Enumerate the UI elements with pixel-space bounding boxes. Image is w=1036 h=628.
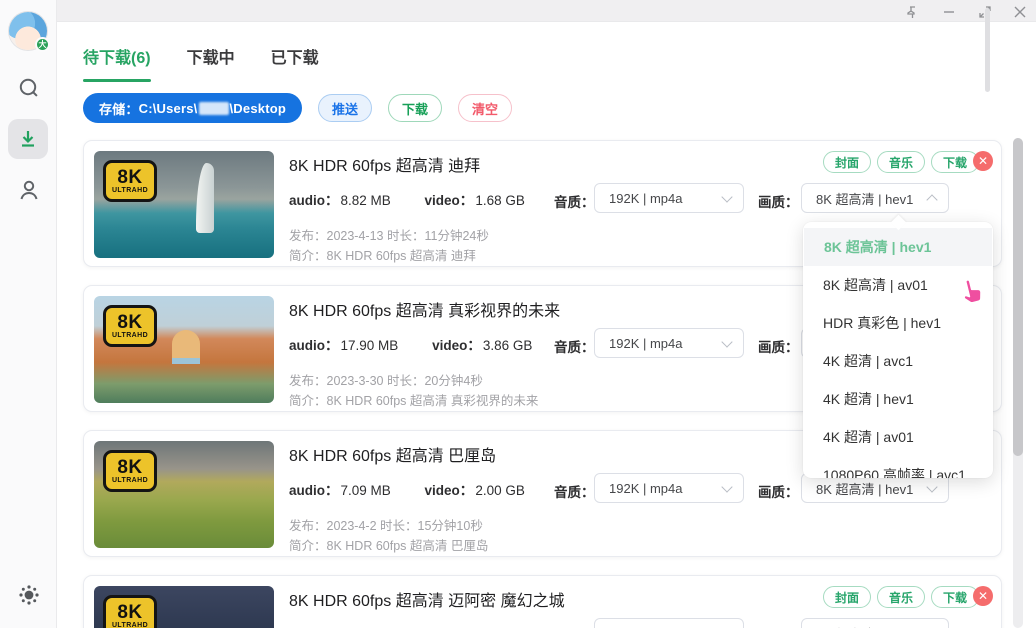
scrollbar-thumb[interactable] xyxy=(1013,138,1023,456)
8k-ultrahd-badge: 8K ULTRAHD xyxy=(103,305,157,347)
music-badge[interactable]: 音乐 xyxy=(877,151,926,173)
close-icon[interactable] xyxy=(1012,4,1028,20)
8k-ultrahd-badge: 8K ULTRAHD xyxy=(103,450,157,492)
video-quality-select[interactable]: 8K 超高清 | hev1 xyxy=(801,618,949,628)
tab-pending[interactable]: 待下载(6) xyxy=(83,44,151,82)
cover-badge[interactable]: 封面 xyxy=(823,151,872,173)
dropdown-option[interactable]: 4K 超清 | av01 xyxy=(803,418,993,456)
settings-gear-icon[interactable] xyxy=(0,584,57,606)
chevron-down-icon xyxy=(721,335,733,348)
tab-bar: 待下载(6) 下载中 已下载 xyxy=(83,44,319,82)
video-quality-dropdown: 8K 超高清 | hev1 8K 超高清 | av01 HDR 真彩色 | he… xyxy=(803,222,993,478)
size-info: audio： 8.82 MB video： 1.68 GB xyxy=(289,193,525,208)
remove-card-button[interactable]: ✕ xyxy=(973,586,993,606)
audio-quality-select[interactable]: 192K | mp4a xyxy=(594,473,744,503)
description: 简介：8K HDR 60fps 超高清 真彩视界的未来 xyxy=(289,394,539,408)
size-info: audio： 17.90 MB video： 3.86 GB xyxy=(289,338,533,353)
publish-info: 发布：2023-4-2 时长：15分钟10秒 xyxy=(289,519,483,533)
chevron-down-icon xyxy=(926,480,938,493)
video-thumbnail: 8K ULTRAHD xyxy=(94,151,274,258)
video-quality-select[interactable]: 8K 超高清 | hev1 xyxy=(801,183,949,213)
video-thumbnail: 8K ULTRAHD xyxy=(94,441,274,548)
card-badges: 封面 音乐 下载 xyxy=(823,151,980,173)
publish-info: 发布：2023-4-13 时长：11分钟24秒 xyxy=(289,229,489,243)
storage-label: 存储： xyxy=(99,101,139,117)
audio-quality-select[interactable]: 192K | mp4a xyxy=(594,183,744,213)
minimize-icon[interactable] xyxy=(941,4,957,20)
video-quality-label: 画质： xyxy=(758,485,799,500)
sidebar: 大 xyxy=(0,0,57,628)
size-info: audio： 7.09 MB video： 2.00 GB xyxy=(289,483,525,498)
storage-path-redacted xyxy=(198,101,229,115)
download-all-button[interactable]: 下载 xyxy=(388,94,443,122)
publish-info: 发布：2023-3-30 时长：20分钟4秒 xyxy=(289,374,483,388)
chevron-down-icon xyxy=(721,480,733,493)
audio-quality-label: 音质： xyxy=(554,485,595,500)
download-icon xyxy=(22,131,34,147)
audio-quality-select[interactable]: 192K | mp4a xyxy=(594,328,744,358)
audio-quality-label: 音质： xyxy=(554,340,595,355)
dropdown-scrollbar-thumb[interactable] xyxy=(985,8,990,92)
description: 简介：8K HDR 60fps 超高清 迪拜 xyxy=(289,249,476,263)
chevron-up-icon xyxy=(926,194,938,206)
search-icon[interactable] xyxy=(0,76,57,100)
tab-completed[interactable]: 已下载 xyxy=(271,44,319,68)
video-title: 8K HDR 60fps 超高清 巴厘岛 xyxy=(289,448,497,465)
push-button[interactable]: 推送 xyxy=(318,94,373,122)
video-quality-label: 画质： xyxy=(758,195,799,210)
storage-path-prefix: C:\Users\ xyxy=(138,100,198,116)
storage-path-suffix: \Desktop xyxy=(229,100,287,116)
music-badge[interactable]: 音乐 xyxy=(877,586,926,608)
pin-icon[interactable] xyxy=(904,4,920,20)
titlebar xyxy=(0,0,1036,22)
8k-ultrahd-badge: 8K ULTRAHD xyxy=(103,595,157,628)
video-thumbnail: 8K ULTRAHD xyxy=(94,296,274,403)
video-title: 8K HDR 60fps 超高清 迈阿密 魔幻之城 xyxy=(289,593,565,610)
cover-badge[interactable]: 封面 xyxy=(823,586,872,608)
clear-button[interactable]: 清空 xyxy=(458,94,513,122)
chevron-down-icon xyxy=(721,190,733,203)
dropdown-option[interactable]: 1080P60 高帧率 | avc1 xyxy=(803,456,993,478)
avatar[interactable]: 大 xyxy=(9,12,50,52)
video-title: 8K HDR 60fps 超高清 真彩视界的未来 xyxy=(289,303,561,320)
sidebar-item-download[interactable] xyxy=(8,119,48,159)
avatar-level-badge: 大 xyxy=(35,37,50,52)
download-badge[interactable]: 下载 xyxy=(931,151,980,173)
video-title: 8K HDR 60fps 超高清 迪拜 xyxy=(289,158,481,175)
tab-downloading[interactable]: 下载中 xyxy=(187,44,235,68)
size-info: audio：8.53 MB video：1.43 GB xyxy=(289,624,525,628)
video-quality-label: 画质： xyxy=(758,340,799,355)
video-thumbnail: 8K ULTRAHD xyxy=(94,586,274,628)
card-badges: 封面 音乐 下载 xyxy=(823,586,980,608)
audio-quality-label: 音质： xyxy=(554,195,595,210)
8k-ultrahd-badge: 8K ULTRAHD xyxy=(103,160,157,202)
video-card: 8K ULTRAHD 8K HDR 60fps 超高清 迈阿密 魔幻之城 aud… xyxy=(83,575,1002,628)
toolbar: 存储： C:\Users\ \Desktop 推送 下载 清空 xyxy=(83,93,513,123)
audio-quality-select[interactable]: 192K | mp4a xyxy=(594,618,744,628)
remove-card-button[interactable]: ✕ xyxy=(973,151,993,171)
dropdown-option[interactable]: 8K 超高清 | hev1 xyxy=(804,228,992,266)
dropdown-option[interactable]: 4K 超清 | avc1 xyxy=(803,342,993,380)
user-icon[interactable] xyxy=(0,178,57,202)
dropdown-option[interactable]: HDR 真彩色 | hev1 xyxy=(803,304,993,342)
storage-path-button[interactable]: 存储： C:\Users\ \Desktop xyxy=(83,93,303,123)
description: 简介：8K HDR 60fps 超高清 巴厘岛 xyxy=(289,539,489,553)
dropdown-option[interactable]: 4K 超清 | hev1 xyxy=(803,380,993,418)
download-badge[interactable]: 下载 xyxy=(931,586,980,608)
